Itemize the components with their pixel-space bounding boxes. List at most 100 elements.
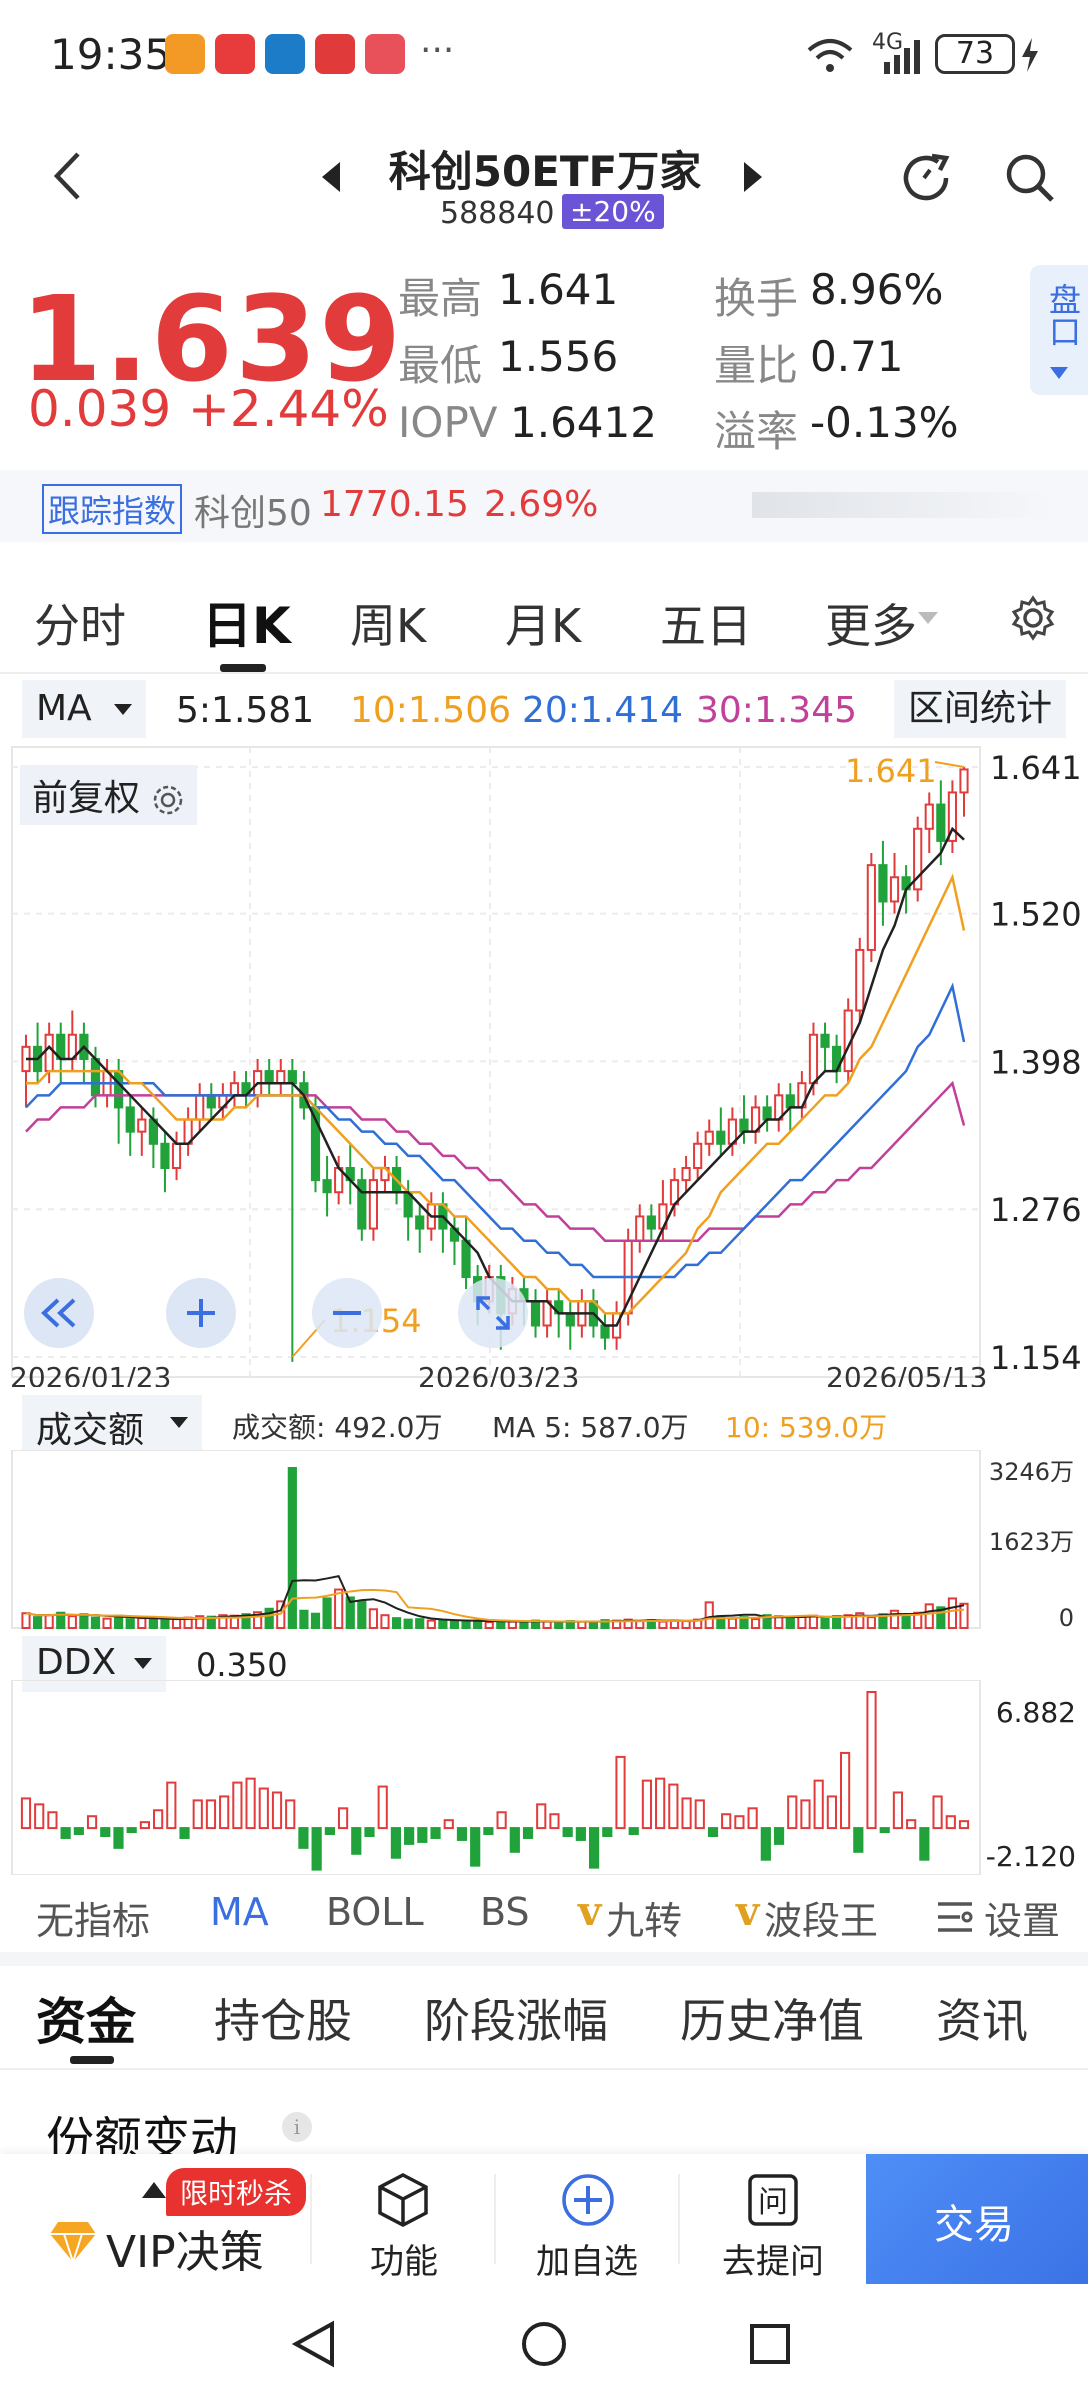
zoom-out-button[interactable] [312, 1278, 382, 1348]
indicator-wave-king[interactable]: 波段王 [764, 1890, 878, 1945]
ddx-bar [417, 1827, 428, 1843]
ddx-bar [364, 1827, 375, 1837]
volume-bar [44, 1614, 54, 1629]
ddx-bar [773, 1827, 785, 1845]
candle-body [322, 1179, 332, 1194]
candle-body [693, 1142, 703, 1170]
caret-down-icon [114, 704, 132, 715]
candle-body [785, 1094, 795, 1109]
trade-button[interactable]: 交易 [866, 2154, 1088, 2284]
candle-body [820, 1033, 830, 1048]
volume-bar [310, 1612, 321, 1630]
volume-bar [507, 1620, 517, 1630]
prev-stock-icon[interactable] [320, 162, 342, 192]
zoom-in-button[interactable] [166, 1278, 236, 1348]
app-notification-icon [365, 34, 405, 74]
ddx-bar [126, 1827, 137, 1834]
indicator-bs[interactable]: BS [480, 1890, 530, 1934]
x-tick-label: 2026/03/23 [418, 1361, 579, 1387]
volume-bar [797, 1615, 807, 1629]
ddx-bar [298, 1827, 309, 1849]
ddx-bar [721, 1813, 732, 1830]
ddx-bar [430, 1827, 441, 1839]
settings-list-icon[interactable] [936, 1900, 974, 1934]
ma20-line [25, 982, 966, 1279]
ddx-bar [892, 1791, 904, 1830]
volume-ratio-label: 量比 [714, 341, 799, 390]
ddx-bar [575, 1827, 586, 1841]
add-watchlist-button[interactable]: 加自选 [536, 2234, 638, 2283]
volume-chart[interactable]: 3246万 1623万 0 [0, 1450, 1088, 1630]
settings-gear-icon[interactable] [1010, 595, 1056, 641]
function-button[interactable]: 功能 [370, 2234, 438, 2283]
ddx-bar [483, 1827, 494, 1836]
ddx-bar [100, 1827, 111, 1837]
gear-icon [154, 785, 183, 815]
scroll-left-button[interactable] [24, 1278, 94, 1348]
candle-body [936, 803, 946, 842]
search-icon[interactable] [1004, 152, 1056, 204]
tab-daily-k[interactable]: 日K [202, 586, 291, 658]
nav-home-icon[interactable] [520, 2320, 568, 2368]
candle-body [762, 1106, 772, 1121]
adjust-mode-button[interactable]: 前复权 [20, 765, 198, 825]
tab-weekly-k[interactable]: 周K [350, 590, 426, 656]
tab-five-day[interactable]: 五日 [660, 590, 752, 656]
order-book-tab[interactable]: 盘口 [1030, 265, 1088, 395]
volume-bar [287, 1467, 297, 1629]
range-stats-button[interactable]: 区间统计 [894, 680, 1066, 738]
volume-bar [322, 1597, 332, 1630]
indicator-settings[interactable]: 设置 [984, 1890, 1060, 1945]
ddx-bar [800, 1799, 811, 1830]
volume-selector[interactable]: 成交额 [22, 1395, 202, 1451]
high-value: 1.641 [498, 265, 619, 314]
tab-holdings[interactable]: 持仓股 [214, 1985, 352, 2051]
tab-funds[interactable]: 资金 [36, 1982, 136, 2054]
tab-intraday[interactable]: 分时 [34, 590, 126, 656]
tab-monthly-k[interactable]: 月K [505, 590, 581, 656]
app-notification-icon [165, 34, 205, 74]
next-stock-icon[interactable] [742, 162, 764, 192]
candle-body [264, 1070, 274, 1085]
tab-more[interactable]: 更多 [825, 590, 917, 656]
indicator-none[interactable]: 无指标 [36, 1890, 150, 1945]
kline-chart[interactable]: 1.641 1.520 1.398 1.276 1.154 2026/01/23 2026/… [0, 742, 1088, 1387]
tracking-bar[interactable]: 跟踪指数 科创50 1770.15 2.69% [0, 470, 1088, 542]
volume-bar [403, 1618, 413, 1629]
tracking-badge: 跟踪指数 [42, 484, 183, 534]
indicator-boll[interactable]: BOLL [326, 1890, 424, 1934]
ddx-bar [562, 1827, 573, 1837]
ddx-bar [351, 1827, 362, 1855]
vip-decision[interactable]: VIP决策 [106, 2216, 264, 2280]
volume-bar [438, 1619, 448, 1630]
info-icon[interactable]: i [282, 2112, 312, 2142]
volume-bar [542, 1620, 552, 1630]
tab-stage-gain[interactable]: 阶段涨幅 [424, 1985, 608, 2051]
y-tick-label: 1.154 [990, 1339, 1082, 1377]
nav-recents-icon[interactable] [748, 2322, 792, 2366]
back-icon[interactable] [52, 150, 82, 202]
indicator-ma[interactable]: MA [210, 1890, 269, 1934]
indicator-nine-turn[interactable]: 九转 [606, 1890, 682, 1945]
diamond-icon [50, 2222, 96, 2264]
ddx-bar [285, 1799, 296, 1830]
tab-news[interactable]: 资讯 [936, 1985, 1028, 2051]
candle-body [276, 1070, 286, 1085]
candle-body [924, 803, 934, 830]
fullscreen-button[interactable] [458, 1278, 528, 1348]
tab-nav-history[interactable]: 历史净值 [680, 1985, 864, 2051]
divider [494, 2174, 496, 2264]
volume-bar [415, 1618, 425, 1630]
volume-ratio-value: 0.71 [810, 332, 904, 381]
ma-selector[interactable]: MA [22, 680, 146, 738]
divider [310, 2174, 312, 2264]
ddx-chart[interactable]: 6.882 -2.120 [0, 1680, 1088, 1875]
volume-bar [67, 1615, 77, 1630]
y-tick-label: 1623万 [989, 1528, 1074, 1556]
signal-icon [884, 40, 920, 74]
nav-back-icon[interactable] [292, 2320, 336, 2368]
ddx-bar [866, 1691, 877, 1830]
candle-body [704, 1130, 714, 1145]
ask-question-button[interactable]: 去提问 [722, 2234, 824, 2283]
refresh-icon[interactable] [900, 150, 956, 206]
